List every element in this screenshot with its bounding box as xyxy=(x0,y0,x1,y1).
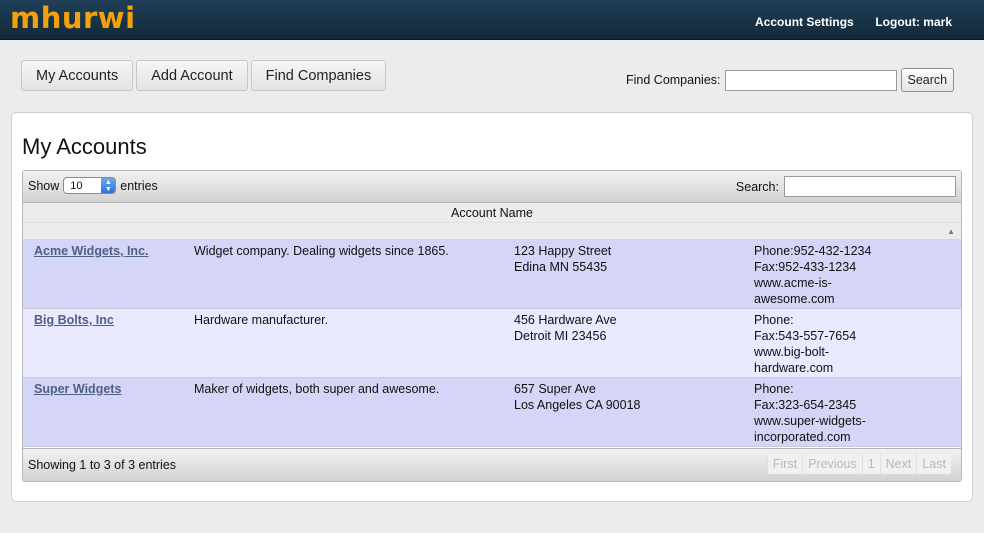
entries-select-value: 10 xyxy=(70,179,83,192)
column-sort-bar[interactable]: ▲ xyxy=(23,223,961,240)
find-companies-label: Find Companies: xyxy=(626,73,721,87)
find-search-button[interactable]: Search xyxy=(900,68,955,92)
account-link[interactable]: Acme Widgets, Inc. xyxy=(34,244,149,258)
contact-website: www.big-bolt- xyxy=(754,345,830,359)
account-link[interactable]: Big Bolts, Inc xyxy=(34,313,114,327)
column-header-account-name[interactable]: Account Name xyxy=(23,203,961,223)
account-address: 456 Hardware Ave Detroit MI 23456 xyxy=(514,312,617,344)
contact-phone: Phone:952-432-1234 xyxy=(754,244,872,258)
tab-my-accounts[interactable]: My Accounts xyxy=(21,60,134,91)
table-info: Showing 1 to 3 of 3 entries xyxy=(28,458,177,472)
accounts-table: Show 10 ▲ ▼ entries Search: Account Name … xyxy=(22,170,962,482)
pager-previous[interactable]: Previous xyxy=(802,454,862,474)
table-footer: Showing 1 to 3 of 3 entries First Previo… xyxy=(23,448,961,481)
account-contact: Phone: Fax:323-654-2345 www.super-widget… xyxy=(754,381,904,445)
pagination: First Previous 1 Next Last xyxy=(766,454,951,474)
table-row: Acme Widgets, Inc. Widget company. Deali… xyxy=(23,240,961,309)
address-line-1: 123 Happy Street xyxy=(514,244,612,258)
sort-ascending-icon: ▲ xyxy=(947,227,955,236)
table-search: Search: xyxy=(736,176,956,197)
main-panel: My Accounts Show 10 ▲ ▼ entries Search: A… xyxy=(11,112,973,502)
address-line-2: Los Angeles CA 90018 xyxy=(514,398,641,412)
logout-link[interactable]: Logout: mark xyxy=(875,15,952,29)
table-search-input[interactable] xyxy=(784,176,956,197)
top-bar: mhurwi Account Settings Logout: mark xyxy=(0,0,984,40)
address-line-2: Detroit MI 23456 xyxy=(514,329,607,343)
table-row: Super Widgets Maker of widgets, both sup… xyxy=(23,378,961,447)
pager-next[interactable]: Next xyxy=(879,454,917,474)
select-arrows-icon: ▲ ▼ xyxy=(101,178,116,193)
account-contact: Phone: Fax:543-557-7654 www.big-bolt- ha… xyxy=(754,312,904,376)
table-row: Big Bolts, Inc Hardware manufacturer. 45… xyxy=(23,309,961,378)
account-settings-link[interactable]: Account Settings xyxy=(755,15,854,29)
contact-website-cont: incorporated.com xyxy=(754,430,851,444)
page-title: My Accounts xyxy=(22,134,147,159)
account-description: Widget company. Dealing widgets since 18… xyxy=(194,244,449,258)
account-address: 657 Super Ave Los Angeles CA 90018 xyxy=(514,381,641,413)
contact-website-cont: hardware.com xyxy=(754,361,834,375)
account-link[interactable]: Super Widgets xyxy=(34,382,121,396)
table-toolbar: Show 10 ▲ ▼ entries Search: xyxy=(23,171,961,203)
find-companies-input[interactable] xyxy=(724,69,897,91)
nav-tabs: My Accounts Add Account Find Companies xyxy=(21,60,387,91)
contact-fax: Fax:952-433-1234 xyxy=(754,260,857,274)
find-companies-form: Find Companies: Search xyxy=(626,68,955,92)
show-label: Show xyxy=(28,178,60,193)
account-contact: Phone:952-432-1234 Fax:952-433-1234 www.… xyxy=(754,243,904,307)
page-length-control: Show 10 ▲ ▼ entries xyxy=(28,177,158,194)
table-search-label: Search: xyxy=(735,179,779,194)
address-line-1: 456 Hardware Ave xyxy=(514,313,617,327)
address-line-2: Edina MN 55435 xyxy=(514,260,608,274)
contact-fax: Fax:323-654-2345 xyxy=(754,398,857,412)
contact-website: www.super-widgets- xyxy=(754,414,866,428)
pager-first[interactable]: First xyxy=(766,454,803,474)
contact-phone: Phone: xyxy=(754,382,794,396)
top-nav: Account Settings Logout: mark xyxy=(737,14,952,29)
contact-fax: Fax:543-557-7654 xyxy=(754,329,857,343)
account-address: 123 Happy Street Edina MN 55435 xyxy=(514,243,611,275)
entries-select[interactable]: 10 ▲ ▼ xyxy=(63,177,117,194)
tab-add-account[interactable]: Add Account xyxy=(136,60,248,91)
entries-label: entries xyxy=(120,178,158,193)
contact-website: www.acme-is- xyxy=(754,276,832,290)
contact-phone: Phone: xyxy=(754,313,794,327)
account-description: Hardware manufacturer. xyxy=(194,313,329,327)
logo[interactable]: mhurwi xyxy=(10,1,136,35)
pager-page-1[interactable]: 1 xyxy=(861,454,880,474)
tab-find-companies[interactable]: Find Companies xyxy=(250,60,387,91)
pager-last[interactable]: Last xyxy=(916,454,951,474)
account-description: Maker of widgets, both super and awesome… xyxy=(194,382,440,396)
address-line-1: 657 Super Ave xyxy=(514,382,596,396)
contact-website-cont: awesome.com xyxy=(754,292,835,306)
